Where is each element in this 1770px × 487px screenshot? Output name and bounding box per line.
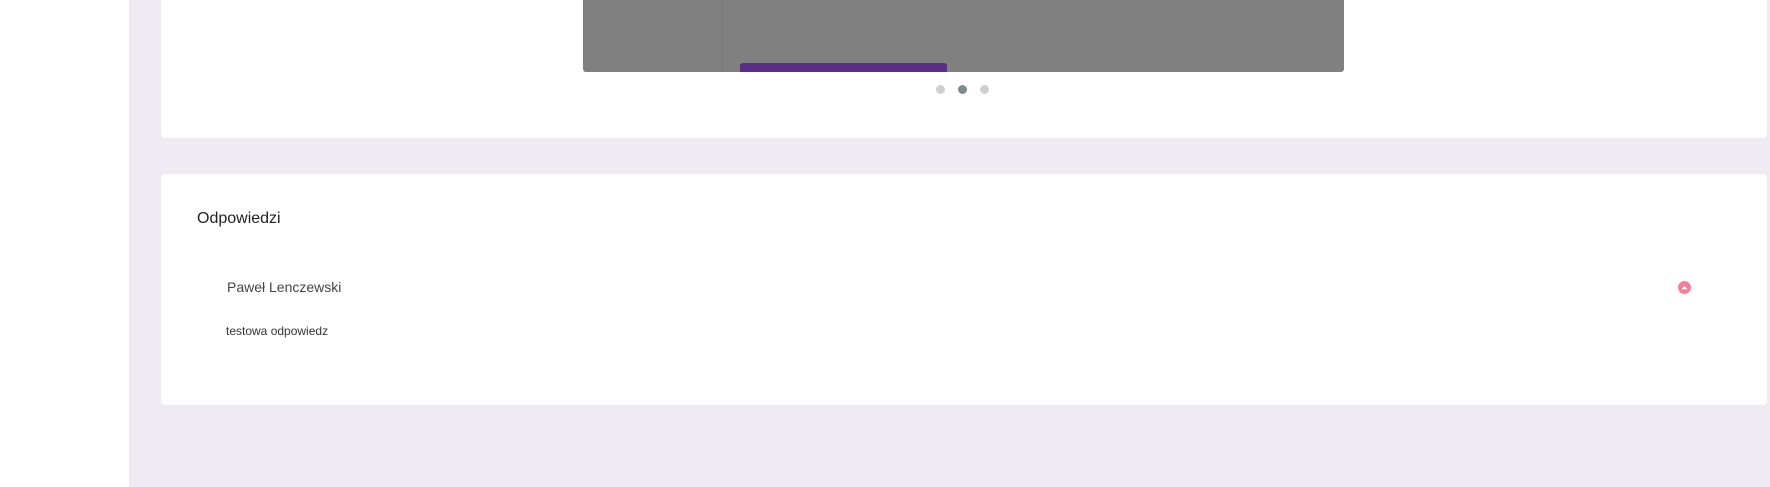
- answers-title: Odpowiedzi: [197, 210, 281, 227]
- slider-dot-3[interactable]: [980, 85, 989, 94]
- chevron-up-icon: [1681, 286, 1688, 290]
- answers-card: [161, 174, 1767, 405]
- left-panel: [0, 0, 129, 487]
- answer-text: testowa odpowiedz: [226, 324, 329, 338]
- image-slider[interactable]: [583, 0, 1344, 72]
- answer-author: Paweł Lenczewski: [227, 279, 342, 295]
- slider-dot-1[interactable]: [936, 85, 945, 94]
- slider-dot-2[interactable]: [958, 85, 967, 94]
- slide-accent-bar: [740, 63, 947, 72]
- slide-divider: [722, 0, 723, 72]
- collapse-answer-button[interactable]: [1678, 281, 1691, 294]
- slider-pagination: [936, 85, 989, 94]
